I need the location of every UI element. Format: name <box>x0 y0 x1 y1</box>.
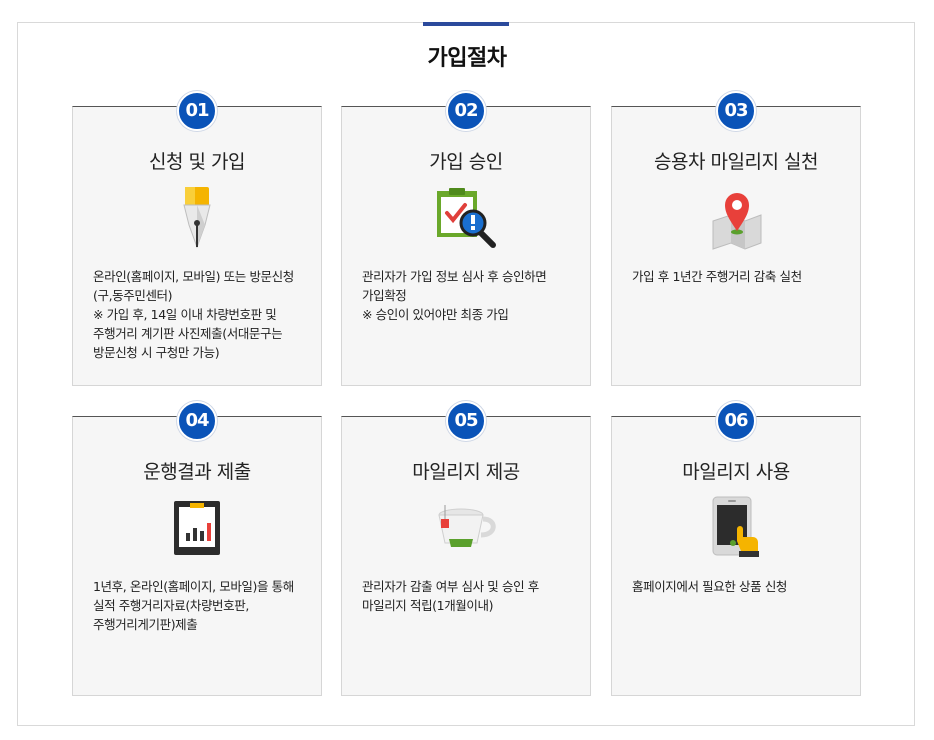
step-number-badge: 05 <box>446 401 486 441</box>
step-description: 가입 후 1년간 주행거리 감축 실천 <box>632 269 802 284</box>
step-card-3: 03 승용차 마일리지 실천 가입 후 1년간 주행거리 감축 실천 <box>611 91 861 386</box>
step-title: 가입 승인 <box>429 151 503 173</box>
title-accent-bar <box>423 22 509 26</box>
coffee-cup-icon <box>438 505 496 547</box>
step-description: 관리자가 가입 정보 심사 후 승인하면 가입확정 ※ 승인이 있어야만 최종 … <box>362 269 547 322</box>
page-title: 가입절차 <box>427 46 507 71</box>
step-number-badge: 02 <box>446 91 486 131</box>
step-card-1: 01 신청 및 가입 온라인(홈페이지, 모바일) 또는 방문신청(구,동주민센… <box>72 91 322 386</box>
step-card-2: 02 가입 승인 관리자가 가입 정보 심사 후 승인하면 가입확정 ※ 승인이… <box>341 91 591 386</box>
clipboard-magnifier-icon <box>437 188 496 248</box>
step-number-badge: 01 <box>177 91 217 131</box>
fountain-pen-icon <box>183 187 211 249</box>
step-card-4: 04 운행결과 제출 1년후, 온라인(홈페이지, 모바일)을 통해 실적 주행… <box>72 401 322 696</box>
step-description: 온라인(홈페이지, 모바일) 또는 방문신청(구,동주민센터) ※ 가입 후, … <box>93 269 294 360</box>
step-title: 마일리지 사용 <box>682 461 790 483</box>
step-card-5: 05 마일리지 제공 관리자가 감출 여부 심사 및 승인 후 마일리지 적립(… <box>341 401 591 696</box>
step-title: 신청 및 가입 <box>149 151 245 173</box>
step-title: 운행결과 제출 <box>143 461 251 483</box>
step-description: 홈페이지에서 필요한 상품 신청 <box>632 579 788 594</box>
step-number-badge: 03 <box>716 91 756 131</box>
bar-chart-board-icon <box>174 501 220 555</box>
step-title: 마일리지 제공 <box>412 461 520 483</box>
step-number-badge: 04 <box>177 401 217 441</box>
map-pin-icon <box>712 193 762 250</box>
step-title: 승용차 마일리지 실천 <box>654 151 818 173</box>
step-number-badge: 06 <box>716 401 756 441</box>
smartphone-tap-icon <box>712 496 759 557</box>
step-description: 관리자가 감출 여부 심사 및 승인 후 마일리지 적립(1개월이내) <box>362 579 539 613</box>
step-description: 1년후, 온라인(홈페이지, 모바일)을 통해 실적 주행거리자료(차량번호판,… <box>93 579 294 632</box>
step-card-6: 06 마일리지 사용 홈페이지에서 필요한 상품 신청 <box>611 401 861 696</box>
